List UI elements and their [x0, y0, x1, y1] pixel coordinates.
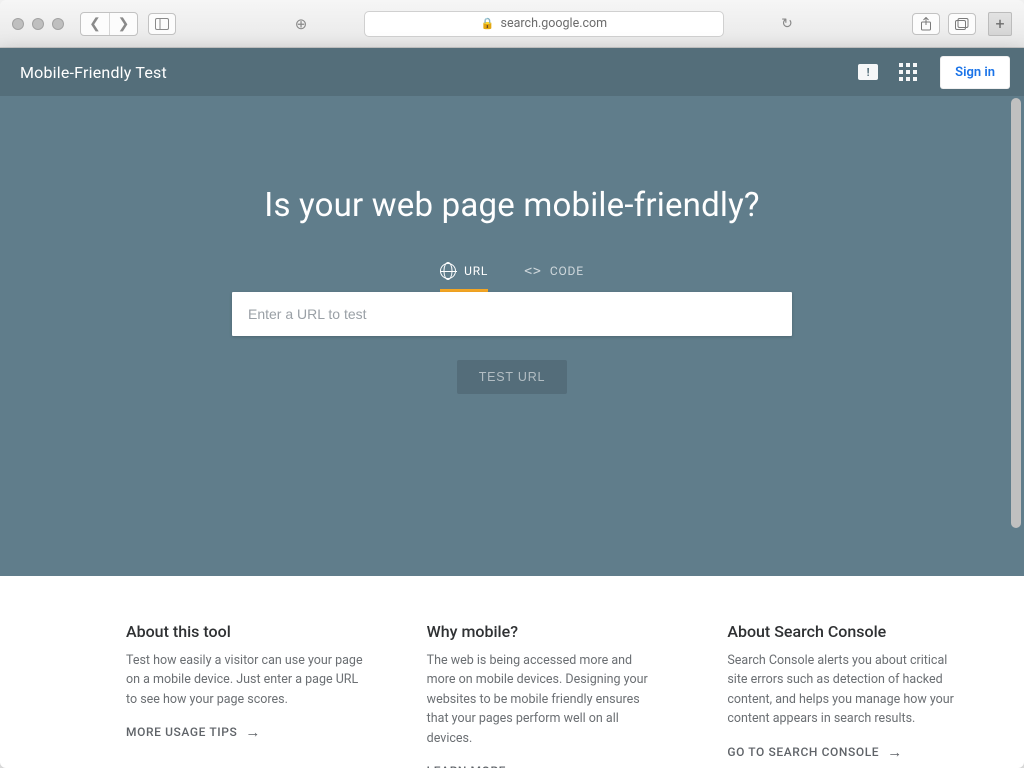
address-bar-wrap: ⊕ 🔒 search.google.com ↻ [324, 11, 764, 37]
share-button[interactable] [912, 13, 940, 35]
back-button[interactable]: ❮ [81, 13, 109, 35]
address-text: search.google.com [501, 16, 608, 31]
more-usage-tips-link[interactable]: MORE USAGE TIPS → [126, 723, 363, 741]
google-apps-button[interactable] [890, 54, 926, 90]
info-columns: About this tool Test how easily a visito… [0, 576, 1024, 768]
test-url-button[interactable]: TEST URL [457, 360, 568, 394]
info-body: Search Console alerts you about critical… [727, 651, 964, 729]
close-window-button[interactable] [12, 18, 24, 30]
info-title: Why mobile? [427, 622, 664, 641]
reload-button[interactable]: ↻ [776, 13, 798, 35]
go-to-search-console-link[interactable]: GO TO SEARCH CONSOLE → [727, 743, 964, 761]
arrow-right-icon: → [887, 743, 903, 761]
hero-section: Is your web page mobile-friendly? URL <>… [0, 96, 1024, 576]
page-viewport: Mobile-Friendly Test ! Sign in Is your w… [0, 48, 1024, 768]
apps-grid-icon [899, 63, 917, 81]
url-input[interactable] [232, 292, 792, 336]
globe-icon [440, 263, 456, 279]
info-col-why-mobile: Why mobile? The web is being accessed mo… [427, 622, 664, 768]
vertical-scrollbar[interactable] [1011, 98, 1021, 528]
lock-icon: 🔒 [481, 17, 495, 30]
tab-code[interactable]: <> CODE [524, 263, 584, 292]
toolbar-right-group: + [912, 12, 1012, 36]
forward-button[interactable]: ❯ [109, 13, 137, 35]
code-icon: <> [524, 264, 542, 279]
tabs-overview-button[interactable] [948, 13, 976, 35]
info-body: Test how easily a visitor can use your p… [126, 651, 363, 709]
link-label: LEARN MORE [427, 764, 506, 768]
window-controls [12, 18, 64, 30]
sidebar-icon [155, 18, 169, 30]
new-tab-plus-icon[interactable]: ⊕ [290, 13, 312, 35]
address-bar[interactable]: 🔒 search.google.com [364, 11, 724, 37]
info-body: The web is being accessed more and more … [427, 651, 664, 748]
info-col-search-console: About Search Console Search Console aler… [727, 622, 964, 768]
tab-url-label: URL [464, 264, 488, 278]
input-mode-tabs: URL <> CODE [440, 263, 584, 292]
info-col-about-tool: About this tool Test how easily a visito… [126, 622, 363, 768]
share-icon [920, 17, 932, 31]
tab-code-label: CODE [550, 264, 584, 278]
feedback-icon: ! [858, 64, 878, 80]
zoom-window-button[interactable] [52, 18, 64, 30]
tab-url[interactable]: URL [440, 263, 488, 292]
new-tab-button[interactable]: + [988, 12, 1012, 36]
sidebar-toggle-button[interactable] [148, 13, 176, 35]
link-label: GO TO SEARCH CONSOLE [727, 745, 879, 759]
nav-button-group: ❮ ❯ [80, 12, 138, 36]
hero-heading: Is your web page mobile-friendly? [264, 186, 759, 225]
minimize-window-button[interactable] [32, 18, 44, 30]
feedback-button[interactable]: ! [850, 54, 886, 90]
app-title: Mobile-Friendly Test [20, 63, 846, 82]
app-header: Mobile-Friendly Test ! Sign in [0, 48, 1024, 96]
arrow-right-icon: → [514, 762, 530, 768]
info-title: About Search Console [727, 622, 964, 641]
sign-in-button[interactable]: Sign in [940, 56, 1010, 89]
info-title: About this tool [126, 622, 363, 641]
tabs-icon [955, 18, 969, 30]
learn-more-link[interactable]: LEARN MORE → [427, 762, 664, 768]
arrow-right-icon: → [245, 723, 261, 741]
link-label: MORE USAGE TIPS [126, 725, 237, 739]
browser-toolbar: ❮ ❯ ⊕ 🔒 search.google.com ↻ + [0, 0, 1024, 48]
